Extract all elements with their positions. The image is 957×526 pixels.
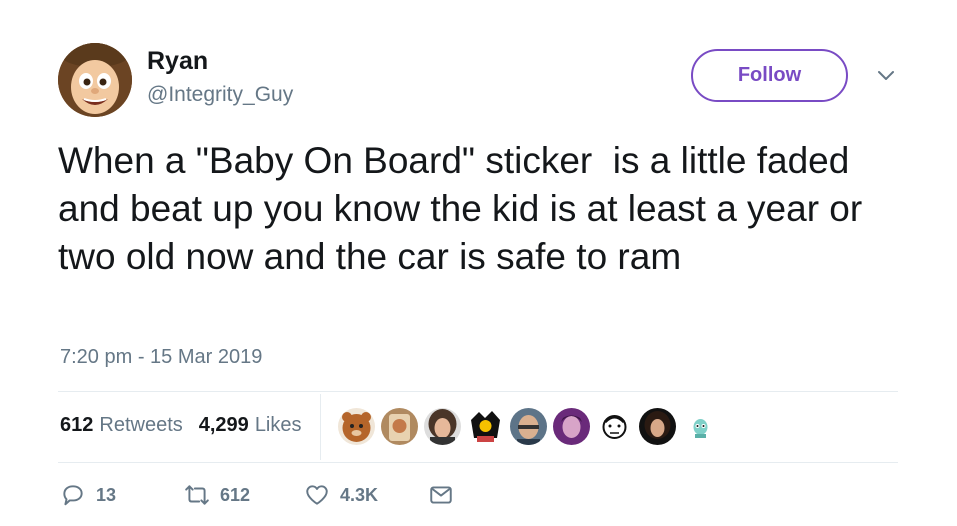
likes-label: Likes bbox=[254, 414, 302, 436]
liker-avatar[interactable] bbox=[424, 408, 461, 445]
likes-stat[interactable]: 4,299 Likes bbox=[199, 414, 302, 437]
author-handle[interactable]: @Integrity_Guy bbox=[147, 83, 293, 107]
retweet-button[interactable]: 612 bbox=[184, 482, 304, 508]
liker-avatar[interactable] bbox=[338, 408, 375, 445]
chevron-down-icon[interactable] bbox=[876, 68, 896, 84]
tweet-timestamp[interactable]: 7:20 pm - 15 Mar 2019 bbox=[60, 346, 262, 369]
like-icon bbox=[306, 485, 328, 505]
liker-avatar[interactable] bbox=[381, 408, 418, 445]
liker-avatar[interactable] bbox=[682, 408, 719, 445]
liker-avatar[interactable] bbox=[510, 408, 547, 445]
retweets-label: Retweets bbox=[99, 414, 183, 436]
reply-button[interactable]: 13 bbox=[60, 482, 184, 508]
liker-avatars bbox=[338, 408, 719, 445]
like-count: 4.3K bbox=[340, 484, 379, 505]
retweets-count: 612 bbox=[60, 414, 94, 436]
likes-count: 4,299 bbox=[198, 414, 249, 436]
liker-avatar[interactable] bbox=[596, 408, 633, 445]
reply-count: 13 bbox=[96, 484, 117, 505]
tweet-actions: 13 612 4.3K bbox=[60, 482, 454, 508]
message-button[interactable] bbox=[428, 482, 454, 508]
divider-bottom bbox=[58, 462, 898, 463]
tweet-card: Ryan @Integrity_Guy Follow When a "Baby … bbox=[0, 0, 957, 526]
author-name[interactable]: Ryan bbox=[147, 47, 208, 76]
liker-avatar[interactable] bbox=[639, 408, 676, 445]
like-button[interactable]: 4.3K bbox=[304, 482, 428, 508]
retweet-icon bbox=[185, 485, 209, 505]
message-icon bbox=[430, 486, 452, 504]
follow-button[interactable]: Follow bbox=[691, 49, 848, 102]
tweet-text: When a "Baby On Board" sticker is a litt… bbox=[58, 140, 873, 277]
reply-icon bbox=[63, 485, 83, 506]
stats-separator bbox=[320, 394, 321, 460]
retweet-count: 612 bbox=[220, 484, 251, 505]
divider-top bbox=[58, 391, 898, 392]
liker-avatar[interactable] bbox=[553, 408, 590, 445]
retweets-stat[interactable]: 612 Retweets bbox=[60, 414, 183, 437]
tweet-stats: 612 Retweets 4,299 Likes bbox=[60, 414, 302, 437]
author-avatar[interactable] bbox=[58, 43, 132, 117]
liker-avatar[interactable] bbox=[467, 408, 504, 445]
